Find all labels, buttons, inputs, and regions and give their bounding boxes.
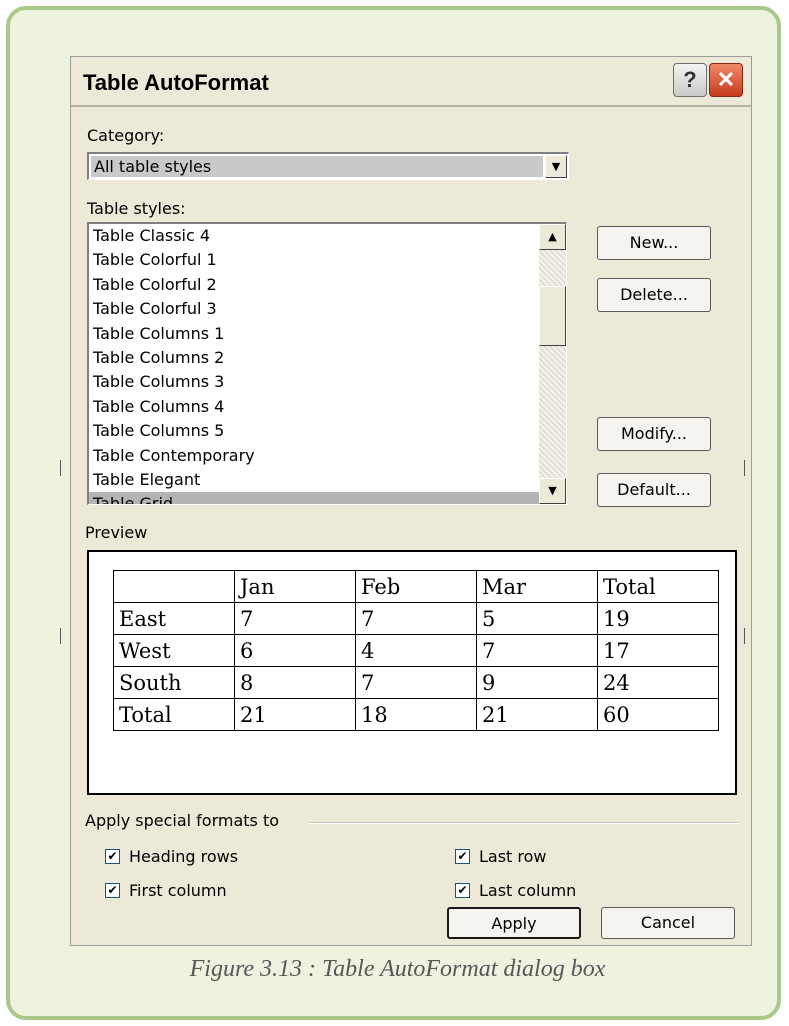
checkbox-check-icon: ✔: [455, 849, 470, 864]
table-cell: Total: [113, 698, 235, 731]
table-cell: South: [113, 666, 235, 699]
table-row: South 8 7 9 24: [113, 666, 719, 699]
table-row: West 6 4 7 17: [113, 634, 719, 667]
cancel-button[interactable]: Cancel: [601, 907, 735, 939]
table-cell: 7: [355, 602, 477, 635]
crop-mark: [60, 460, 61, 476]
table-cell: [113, 570, 235, 603]
table-cell: 8: [234, 666, 356, 699]
category-select[interactable]: All table styles ▼: [87, 152, 569, 180]
close-icon: ✕: [716, 67, 736, 92]
table-styles-items: Table Classic 4 Table Colorful 1 Table C…: [89, 224, 566, 504]
table-cell: East: [113, 602, 235, 635]
help-button[interactable]: ?: [673, 63, 707, 97]
table-cell: Mar: [476, 570, 598, 603]
dropdown-arrow-icon: ▼: [551, 160, 561, 173]
scroll-down-icon: ▼: [548, 484, 557, 497]
crop-mark: [744, 628, 745, 644]
table-cell: 5: [476, 602, 598, 635]
list-item-selected[interactable]: Table Grid: [89, 492, 566, 504]
figure-caption: Figure 3.13 : Table AutoFormat dialog bo…: [189, 956, 606, 982]
modify-button[interactable]: Modify...: [597, 417, 711, 451]
checkbox-check-icon: ✔: [105, 883, 120, 898]
table-styles-scrollbar[interactable]: ▲ ▼: [539, 224, 566, 504]
table-cell: 19: [597, 602, 719, 635]
scroll-up-button[interactable]: ▲: [539, 224, 566, 250]
table-cell: 17: [597, 634, 719, 667]
crop-mark: [60, 628, 61, 644]
checkbox-label: Last column: [479, 881, 577, 900]
group-divider: [309, 822, 739, 824]
list-item[interactable]: Table Columns 4: [89, 395, 566, 419]
new-button[interactable]: New...: [597, 226, 711, 260]
list-item[interactable]: Table Colorful 1: [89, 248, 566, 272]
category-dropdown-button[interactable]: ▼: [545, 155, 567, 178]
preview-panel: Jan Feb Mar Total East 7 7 5 19 West 6 4…: [87, 550, 737, 795]
table-cell: Jan: [234, 570, 356, 603]
table-row: Total 21 18 21 60: [113, 698, 719, 731]
checkbox-label: First column: [129, 881, 227, 900]
table-cell: 18: [355, 698, 477, 731]
table-styles-label: Table styles:: [87, 199, 186, 218]
list-item[interactable]: Table Columns 1: [89, 322, 566, 346]
apply-button[interactable]: Apply: [447, 907, 581, 939]
title-bar: Table AutoFormat ? ✕: [71, 57, 751, 105]
list-item[interactable]: Table Columns 5: [89, 419, 566, 443]
scroll-down-button[interactable]: ▼: [539, 478, 566, 504]
table-cell: Total: [597, 570, 719, 603]
crop-mark: [744, 460, 745, 476]
checkbox-label: Last row: [479, 847, 547, 866]
preview-label: Preview: [85, 523, 148, 542]
list-item[interactable]: Table Colorful 2: [89, 273, 566, 297]
table-styles-list[interactable]: Table Classic 4 Table Colorful 1 Table C…: [87, 222, 567, 505]
list-item[interactable]: Table Elegant: [89, 468, 566, 492]
table-row: East 7 7 5 19: [113, 602, 719, 635]
table-cell: 21: [234, 698, 356, 731]
list-item[interactable]: Table Classic 4: [89, 224, 566, 248]
checkbox-check-icon: ✔: [105, 849, 120, 864]
dialog-title: Table AutoFormat: [83, 70, 269, 95]
category-value: All table styles: [91, 156, 543, 177]
checkbox-label: Heading rows: [129, 847, 239, 866]
table-cell: 4: [355, 634, 477, 667]
list-item[interactable]: Table Columns 2: [89, 346, 566, 370]
special-formats-label: Apply special formats to: [85, 811, 280, 830]
table-cell: 60: [597, 698, 719, 731]
checkbox-check-icon: ✔: [455, 883, 470, 898]
category-label: Category:: [87, 126, 165, 145]
table-row: Jan Feb Mar Total: [113, 570, 719, 603]
table-cell: 21: [476, 698, 598, 731]
table-cell: West: [113, 634, 235, 667]
delete-button[interactable]: Delete...: [597, 278, 711, 312]
table-cell: 9: [476, 666, 598, 699]
last-column-checkbox[interactable]: ✔ Last column: [455, 881, 576, 900]
table-cell: 7: [234, 602, 356, 635]
preview-table: Jan Feb Mar Total East 7 7 5 19 West 6 4…: [113, 570, 719, 731]
close-button[interactable]: ✕: [709, 63, 743, 97]
last-row-checkbox[interactable]: ✔ Last row: [455, 847, 547, 866]
help-icon: ?: [683, 67, 697, 92]
scroll-up-icon: ▲: [548, 230, 557, 243]
list-item[interactable]: Table Colorful 3: [89, 297, 566, 321]
table-cell: 7: [476, 634, 598, 667]
heading-rows-checkbox[interactable]: ✔ Heading rows: [105, 847, 238, 866]
default-button[interactable]: Default...: [597, 473, 711, 507]
list-item[interactable]: Table Columns 3: [89, 370, 566, 394]
title-separator: [71, 105, 751, 107]
scroll-thumb[interactable]: [539, 286, 566, 346]
table-cell: 7: [355, 666, 477, 699]
first-column-checkbox[interactable]: ✔ First column: [105, 881, 227, 900]
figure-frame: Table AutoFormat ? ✕ Category: All table…: [6, 6, 781, 1020]
table-cell: Feb: [355, 570, 477, 603]
table-autoformat-dialog: Table AutoFormat ? ✕ Category: All table…: [70, 56, 752, 946]
list-item[interactable]: Table Contemporary: [89, 444, 566, 468]
table-cell: 24: [597, 666, 719, 699]
table-cell: 6: [234, 634, 356, 667]
